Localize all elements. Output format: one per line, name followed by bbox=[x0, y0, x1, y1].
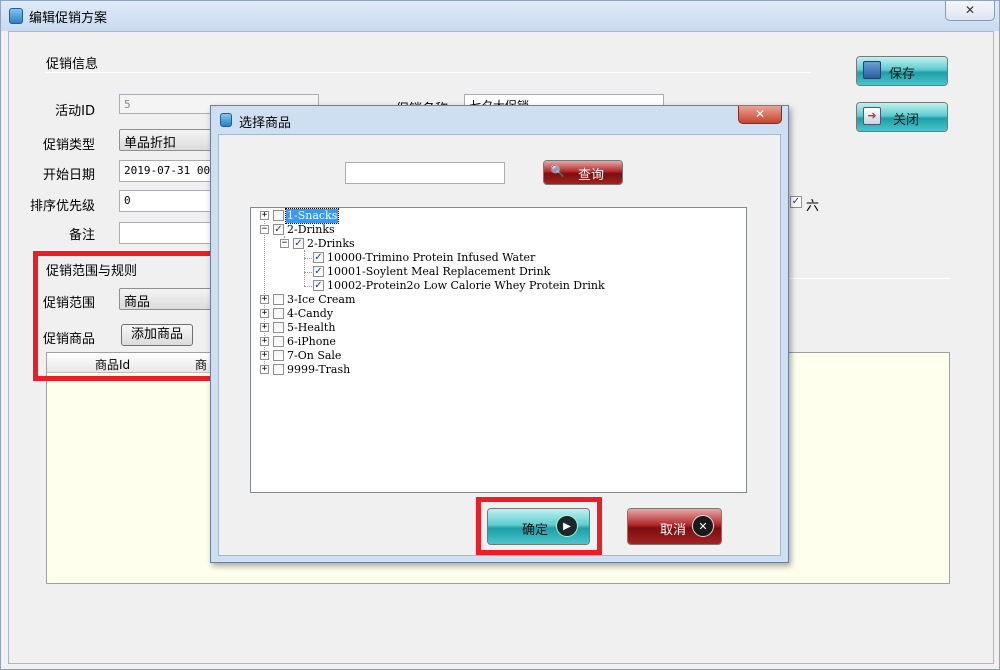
cancel-button-label: 取消 bbox=[660, 523, 687, 538]
select-product-dialog: 选择商品 ✕ 🔍 查询 + 1-Snacks − ✓ 2-Drinks − ✓ … bbox=[210, 105, 789, 563]
tree-node-label[interactable]: 6-iPhone bbox=[286, 335, 337, 349]
tree-node-label[interactable]: 5-Health bbox=[286, 321, 336, 335]
close-button[interactable]: ➜ 关闭 bbox=[857, 103, 947, 131]
tree-checkbox[interactable]: ✓ bbox=[313, 280, 324, 291]
save-button-label: 保存 bbox=[889, 67, 916, 82]
tree-expand-icon[interactable]: + bbox=[260, 337, 269, 346]
promotion-type-label: 促销类型 bbox=[42, 138, 95, 153]
remark-label: 备注 bbox=[68, 228, 95, 243]
tree-node-label[interactable]: 2-Drinks bbox=[286, 223, 336, 237]
tree-checkbox[interactable]: ✓ bbox=[273, 224, 284, 235]
tree-checkbox[interactable] bbox=[273, 350, 284, 361]
tree-collapse-icon[interactable]: − bbox=[280, 239, 289, 248]
highlight-box-scope bbox=[33, 251, 215, 381]
search-button-label: 查询 bbox=[578, 168, 605, 183]
tree-node-label[interactable]: 4-Candy bbox=[286, 307, 334, 321]
weekday-checkbox[interactable]: ✓ bbox=[790, 196, 802, 208]
tree-checkbox[interactable] bbox=[273, 294, 284, 305]
dialog-title: 选择商品 bbox=[239, 116, 292, 131]
section-divider-right bbox=[789, 278, 950, 279]
tree-node-label[interactable]: 10002-Protein2o Low Calorie Whey Protein… bbox=[326, 279, 606, 293]
weekday-label: 六 bbox=[806, 199, 820, 214]
tree-checkbox[interactable] bbox=[273, 336, 284, 347]
close-circle-icon: ✕ bbox=[692, 515, 714, 537]
save-button[interactable]: 保存 bbox=[857, 57, 947, 85]
search-button[interactable]: 🔍 查询 bbox=[544, 161, 622, 184]
window-title: 编辑促销方案 bbox=[29, 11, 108, 26]
priority-label: 排序优先级 bbox=[29, 199, 95, 214]
dialog-body: 🔍 查询 + 1-Snacks − ✓ 2-Drinks − ✓ 2-Drink… bbox=[218, 134, 781, 556]
window-close-button[interactable]: ✕ bbox=[945, 1, 995, 21]
tree-checkbox[interactable]: ✓ bbox=[293, 238, 304, 249]
tree-node-label[interactable]: 3-Ice Cream bbox=[286, 293, 356, 307]
save-icon bbox=[863, 61, 881, 79]
title-bar[interactable]: 编辑促销方案 bbox=[1, 1, 999, 31]
section-divider bbox=[45, 72, 811, 73]
search-icon: 🔍 bbox=[550, 164, 565, 178]
tree-checkbox[interactable] bbox=[273, 322, 284, 333]
tree-node-label[interactable]: 10001-Soylent Meal Replacement Drink bbox=[326, 265, 551, 279]
close-button-label: 关闭 bbox=[893, 113, 920, 128]
section-info-title: 促销信息 bbox=[46, 57, 99, 72]
product-tree[interactable]: + 1-Snacks − ✓ 2-Drinks − ✓ 2-Drinks ✓ 1… bbox=[250, 207, 747, 493]
tree-expand-icon[interactable]: + bbox=[260, 309, 269, 318]
activity-id-label: 活动ID bbox=[55, 104, 95, 119]
tree-node-label[interactable]: 10000-Trimino Protein Infused Water bbox=[326, 251, 536, 265]
start-date-label: 开始日期 bbox=[42, 168, 95, 183]
tree-line bbox=[304, 272, 312, 273]
tree-checkbox[interactable]: ✓ bbox=[313, 266, 324, 277]
tree-node-label[interactable]: 9999-Trash bbox=[286, 363, 351, 377]
search-input[interactable] bbox=[345, 162, 505, 184]
tree-collapse-icon[interactable]: − bbox=[260, 225, 269, 234]
cancel-button[interactable]: 取消 ✕ bbox=[628, 509, 721, 544]
tree-node-label[interactable]: 1-Snacks bbox=[284, 208, 340, 224]
tree-checkbox[interactable] bbox=[273, 210, 284, 221]
tree-expand-icon[interactable]: + bbox=[260, 295, 269, 304]
tree-checkbox[interactable] bbox=[273, 308, 284, 319]
exit-icon: ➜ bbox=[863, 107, 881, 125]
tree-expand-icon[interactable]: + bbox=[260, 323, 269, 332]
tree-line bbox=[304, 286, 312, 287]
tree-line bbox=[304, 258, 312, 259]
dialog-icon bbox=[220, 113, 232, 127]
tree-checkbox[interactable] bbox=[273, 364, 284, 375]
tree-expand-icon[interactable]: + bbox=[260, 365, 269, 374]
tree-line bbox=[304, 250, 305, 286]
tree-checkbox[interactable]: ✓ bbox=[313, 252, 324, 263]
tree-line bbox=[264, 214, 265, 370]
dialog-close-button[interactable]: ✕ bbox=[738, 106, 782, 124]
tree-node-label[interactable]: 7-On Sale bbox=[286, 349, 342, 363]
highlight-box-ok bbox=[476, 497, 602, 555]
app-icon bbox=[9, 8, 23, 24]
tree-expand-icon[interactable]: + bbox=[260, 351, 269, 360]
tree-node-label[interactable]: 2-Drinks bbox=[306, 237, 356, 251]
tree-expand-icon[interactable]: + bbox=[260, 211, 269, 220]
